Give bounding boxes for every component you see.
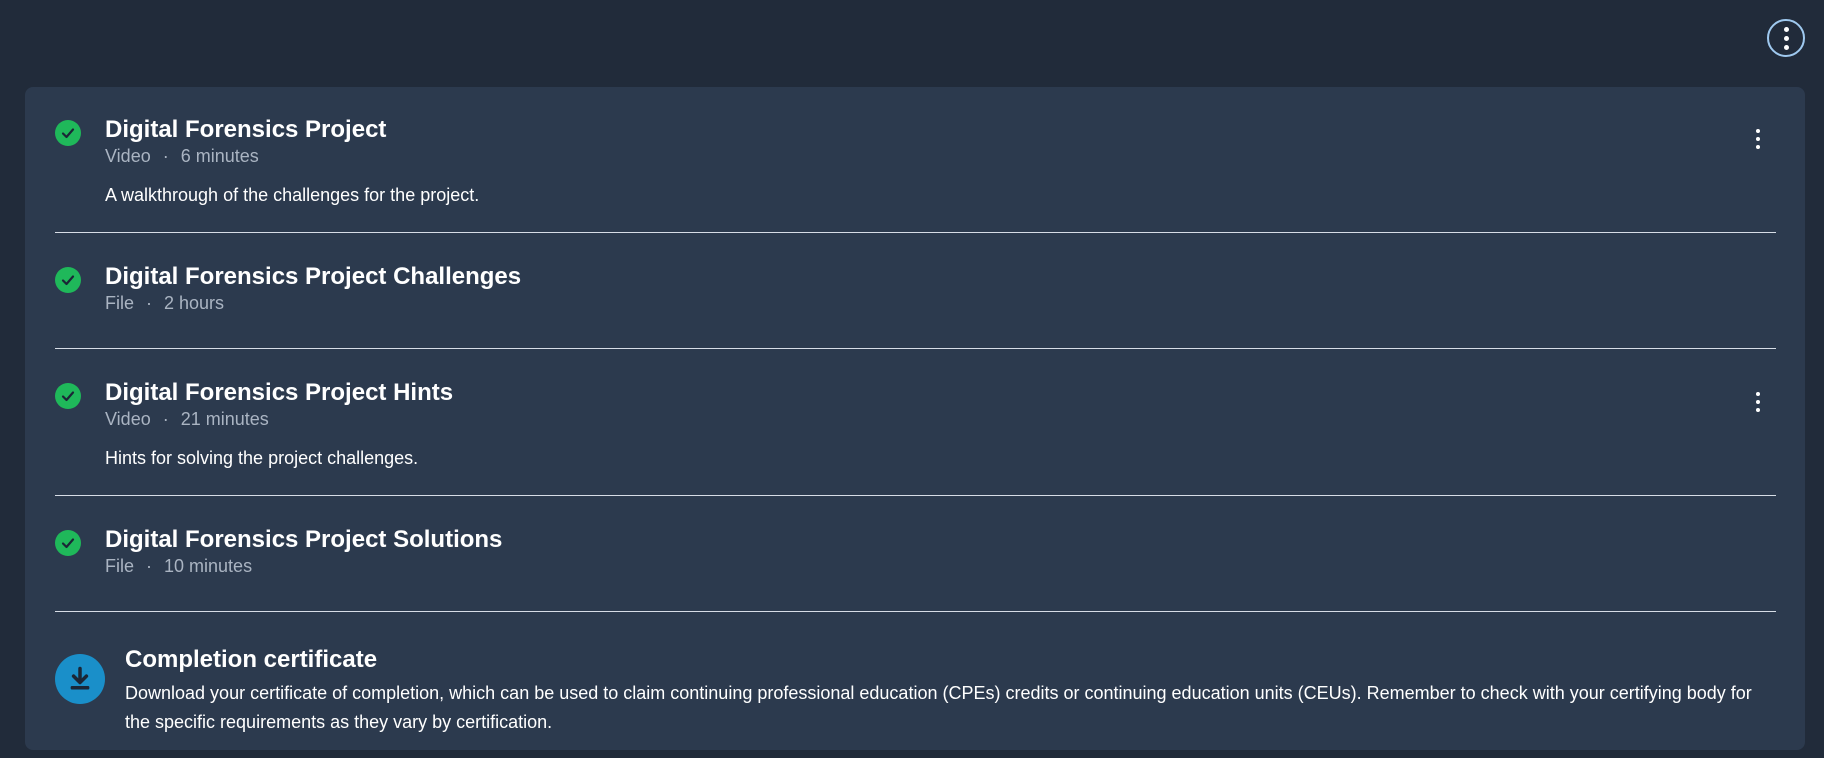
item-type: File — [105, 293, 135, 313]
dot — [1783, 44, 1789, 50]
dot — [1756, 129, 1760, 133]
item-meta: File · 10 minutes — [105, 556, 252, 577]
top-bar — [0, 0, 1824, 87]
check-circle-icon — [55, 383, 81, 409]
more-vertical-icon[interactable] — [1752, 389, 1764, 415]
certificate-title[interactable]: Completion certificate — [125, 646, 377, 674]
course-items-panel: Digital Forensics Project Video · 6 minute… — [25, 87, 1805, 750]
item-type: File — [105, 556, 135, 576]
item-duration: 6 minutes — [180, 146, 259, 166]
course-item[interactable]: Digital Forensics Project Hints Video · 21… — [55, 379, 1776, 496]
item-type: Video — [105, 146, 151, 166]
item-duration: 2 hours — [164, 293, 225, 313]
dot — [1756, 137, 1760, 141]
item-meta: Video · 21 minutes — [105, 409, 269, 430]
item-title[interactable]: Digital Forensics Project Hints — [105, 379, 453, 407]
meta-separator: · — [162, 409, 169, 429]
dot — [1783, 35, 1789, 41]
course-item[interactable]: Digital Forensics Project Challenges Fil… — [55, 263, 1776, 349]
item-type: Video — [105, 409, 151, 429]
item-duration: 21 minutes — [180, 409, 269, 429]
meta-separator: · — [146, 293, 153, 313]
item-title[interactable]: Digital Forensics Project Challenges — [105, 263, 521, 291]
dot — [1783, 26, 1789, 32]
meta-separator: · — [162, 146, 169, 166]
meta-separator: · — [146, 556, 153, 576]
dot — [1756, 400, 1760, 404]
item-description: A walkthrough of the challenges for the … — [105, 185, 480, 205]
course-item[interactable]: Digital Forensics Project Solutions File… — [55, 526, 1776, 612]
download-icon[interactable] — [55, 654, 105, 704]
more-vertical-icon[interactable] — [1752, 126, 1764, 152]
item-meta: File · 2 hours — [105, 293, 224, 314]
item-title[interactable]: Digital Forensics Project Solutions — [105, 526, 502, 554]
check-circle-icon — [55, 120, 81, 146]
check-circle-icon — [55, 530, 81, 556]
dot — [1756, 408, 1760, 412]
more-options-icon[interactable] — [1767, 19, 1805, 57]
item-duration: 10 minutes — [164, 556, 253, 576]
certificate-description: Download your certificate of completion,… — [125, 683, 1752, 732]
dot — [1756, 145, 1760, 149]
course-item[interactable]: Digital Forensics Project Video · 6 minute… — [55, 116, 1776, 233]
check-circle-icon — [55, 267, 81, 293]
item-meta: Video · 6 minutes — [105, 146, 259, 167]
item-title[interactable]: Digital Forensics Project — [105, 116, 386, 144]
completion-certificate: Completion certificate Download your cer… — [55, 646, 1776, 736]
item-description: Hints for solving the project challenges… — [105, 448, 419, 468]
dot — [1756, 392, 1760, 396]
